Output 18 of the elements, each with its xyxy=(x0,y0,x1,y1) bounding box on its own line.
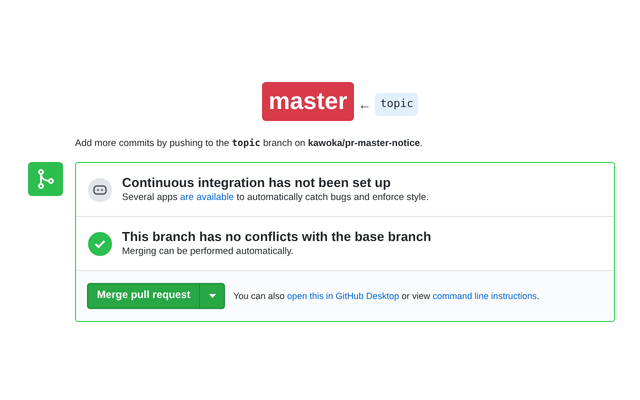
merge-options-button[interactable] xyxy=(200,283,226,310)
check-title: Continuous integration has not been set up xyxy=(122,174,392,192)
ci-icon xyxy=(88,178,112,202)
head-branch-label: topic xyxy=(375,93,418,116)
check-description: Several apps are available to automatically catch bugs and enforce style. xyxy=(122,191,429,206)
caret-icon xyxy=(208,294,216,298)
merge-note: You can also open this in GitHub Desktop or view command line instructions. xyxy=(233,290,540,303)
merge-icon xyxy=(28,162,63,196)
base-branch-label: master xyxy=(262,82,354,121)
check-title: This branch has no conflicts with the base branch xyxy=(122,228,432,246)
arrow: ← xyxy=(358,96,372,114)
merge-button[interactable]: Merge pull request xyxy=(87,283,200,310)
check-description: Merging can be performed automatically. xyxy=(122,245,294,260)
push-instructions: Add more commits by pushing to the topic branch on kawoka/pr-master-notice. xyxy=(75,137,424,151)
link[interactable]: open this in GitHub Desktop xyxy=(287,290,400,300)
check-icon xyxy=(88,232,112,256)
link[interactable]: are available xyxy=(180,192,234,204)
link[interactable]: command line instructions xyxy=(432,290,537,300)
